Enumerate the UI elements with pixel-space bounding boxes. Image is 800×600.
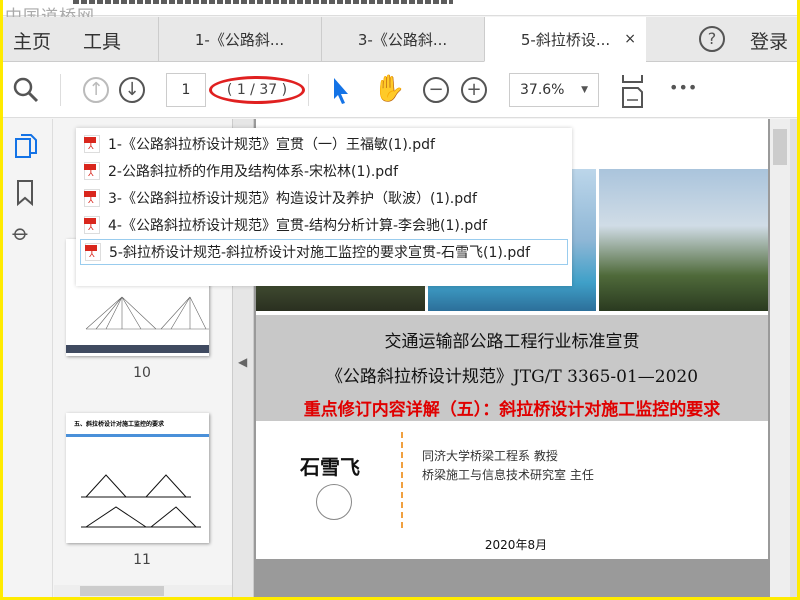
zoom-value: 37.6%	[520, 82, 565, 98]
thumbnail-number: 10	[133, 365, 151, 381]
file-name: 3-《公路斜拉桥设计规范》构造设计及养护（耿波）(1).pdf	[108, 191, 477, 207]
previous-page-icon[interactable]: ↑	[83, 77, 109, 103]
pages-icon[interactable]	[14, 133, 38, 161]
attachment-icon[interactable]: ⌀	[7, 220, 34, 247]
document-tab[interactable]: 1-《公路斜...	[158, 17, 320, 62]
document-tab[interactable]: 3-《公路斜...	[321, 17, 483, 62]
home-tab[interactable]: 主页	[13, 27, 51, 54]
file-name: 1-《公路斜拉桥设计规范》宣贯（一）王福敏(1).pdf	[108, 137, 435, 153]
page-title-line2: 《公路斜拉桥设计规范》JTG/T 3365-01—2020	[325, 367, 699, 387]
zoom-select[interactable]: 37.6% ▼	[509, 73, 599, 107]
bookmark-icon[interactable]	[16, 179, 36, 207]
file-name: 2-公路斜拉桥的作用及结构体系-宋松林(1).pdf	[108, 164, 398, 180]
app-window: 中国道桥网 主页 工具 1-《公路斜... 3-《公路斜... 5-斜拉桥设..…	[3, 0, 797, 597]
author-name: 石雪飞	[300, 455, 360, 479]
tools-tab[interactable]: 工具	[83, 27, 121, 54]
thumbnail-heading: 五、斜拉桥设计对施工监控的要求	[66, 413, 209, 437]
help-icon[interactable]: ?	[699, 26, 725, 52]
pdf-file-icon	[84, 162, 100, 180]
file-menu-item[interactable]: 1-《公路斜拉桥设计规范》宣贯（一）王福敏(1).pdf	[80, 131, 568, 157]
pdf-file-icon	[84, 135, 100, 153]
right-panel-toggle[interactable]	[790, 119, 797, 597]
file-name: 4-《公路斜拉桥设计规范》宣贯-结构分析计算-李会驰(1).pdf	[108, 218, 488, 234]
title-strip: 中国道桥网	[3, 0, 797, 27]
more-icon[interactable]: •••	[669, 78, 697, 97]
file-menu-item[interactable]: 4-《公路斜拉桥设计规范》宣贯-结构分析计算-李会驰(1).pdf	[80, 212, 568, 238]
document-tab-active[interactable]: 5-斜拉桥设... ×	[484, 17, 646, 62]
page-count: ( 1 / 37 )	[209, 76, 305, 104]
tab-label: 3-《公路斜...	[357, 31, 448, 49]
affiliation-line: 同济大学桥梁工程系 教授	[422, 449, 558, 463]
pdf-file-icon	[84, 216, 100, 234]
pdf-file-icon	[84, 189, 100, 207]
page-date: 2020年8月	[484, 538, 548, 552]
thumbnail-page-11[interactable]: 五、斜拉桥设计对施工监控的要求	[66, 413, 209, 543]
pdf-file-icon	[85, 243, 101, 261]
thumbnail-hscrollbar[interactable]	[54, 585, 261, 597]
document-scrollbar[interactable]	[770, 119, 790, 597]
page-title-line1: 交通运输部公路工程行业标准宣贯	[384, 332, 640, 352]
affiliation: 同济大学桥梁工程系 教授桥梁施工与信息技术研究室 主任	[422, 447, 594, 485]
title-band: 交通运输部公路工程行业标准宣贯 《公路斜拉桥设计规范》JTG/T 3365-01…	[256, 315, 768, 421]
page-subtitle: 重点修订内容详解（五）：斜拉桥设计对施工监控的要求	[303, 400, 721, 420]
divider	[401, 432, 403, 528]
chevron-down-icon: ▼	[581, 85, 588, 95]
thumbnail-number: 11	[133, 552, 151, 568]
affiliation-line: 桥梁施工与信息技术研究室 主任	[422, 468, 594, 482]
next-page-icon[interactable]: ↓	[119, 77, 145, 103]
file-menu-item[interactable]: 3-《公路斜拉桥设计规范》构造设计及养护（耿波）(1).pdf	[80, 185, 568, 211]
page-number-input[interactable]: 1	[166, 73, 206, 107]
file-name: 5-斜拉桥设计规范-斜拉桥设计对施工监控的要求宣贯-石雪飞(1).pdf	[109, 245, 531, 261]
chevron-left-icon: ◀	[238, 355, 248, 369]
tab-label: 5-斜拉桥设...	[520, 30, 611, 49]
open-files-dropdown: 1-《公路斜拉桥设计规范》宣贯（一）王福敏(1).pdf 2-公路斜拉桥的作用及…	[76, 128, 572, 286]
fit-page-icon[interactable]	[620, 74, 646, 108]
close-icon[interactable]: ×	[624, 31, 636, 47]
university-seal-icon	[316, 484, 352, 520]
file-menu-item[interactable]: 2-公路斜拉桥的作用及结构体系-宋松林(1).pdf	[80, 158, 568, 184]
hand-tool-icon[interactable]: ✋	[373, 74, 405, 104]
login-button[interactable]: 登录	[750, 27, 788, 54]
file-menu-item-selected[interactable]: 5-斜拉桥设计规范-斜拉桥设计对施工监控的要求宣贯-石雪飞(1).pdf	[80, 239, 568, 265]
toolbar: ↑ ↓ 1 ( 1 / 37 ) ✋ − + 37.6% ▼ •••	[3, 62, 797, 118]
search-icon[interactable]	[13, 77, 39, 103]
left-rail: ⌀	[3, 119, 53, 597]
zoom-in-icon[interactable]: +	[461, 77, 487, 103]
select-cursor-icon[interactable]	[331, 77, 351, 105]
zoom-out-icon[interactable]: −	[423, 77, 449, 103]
tab-label: 1-《公路斜...	[194, 31, 285, 49]
tab-bar: 主页 工具 1-《公路斜... 3-《公路斜... 5-斜拉桥设... × ? 登…	[3, 17, 797, 62]
